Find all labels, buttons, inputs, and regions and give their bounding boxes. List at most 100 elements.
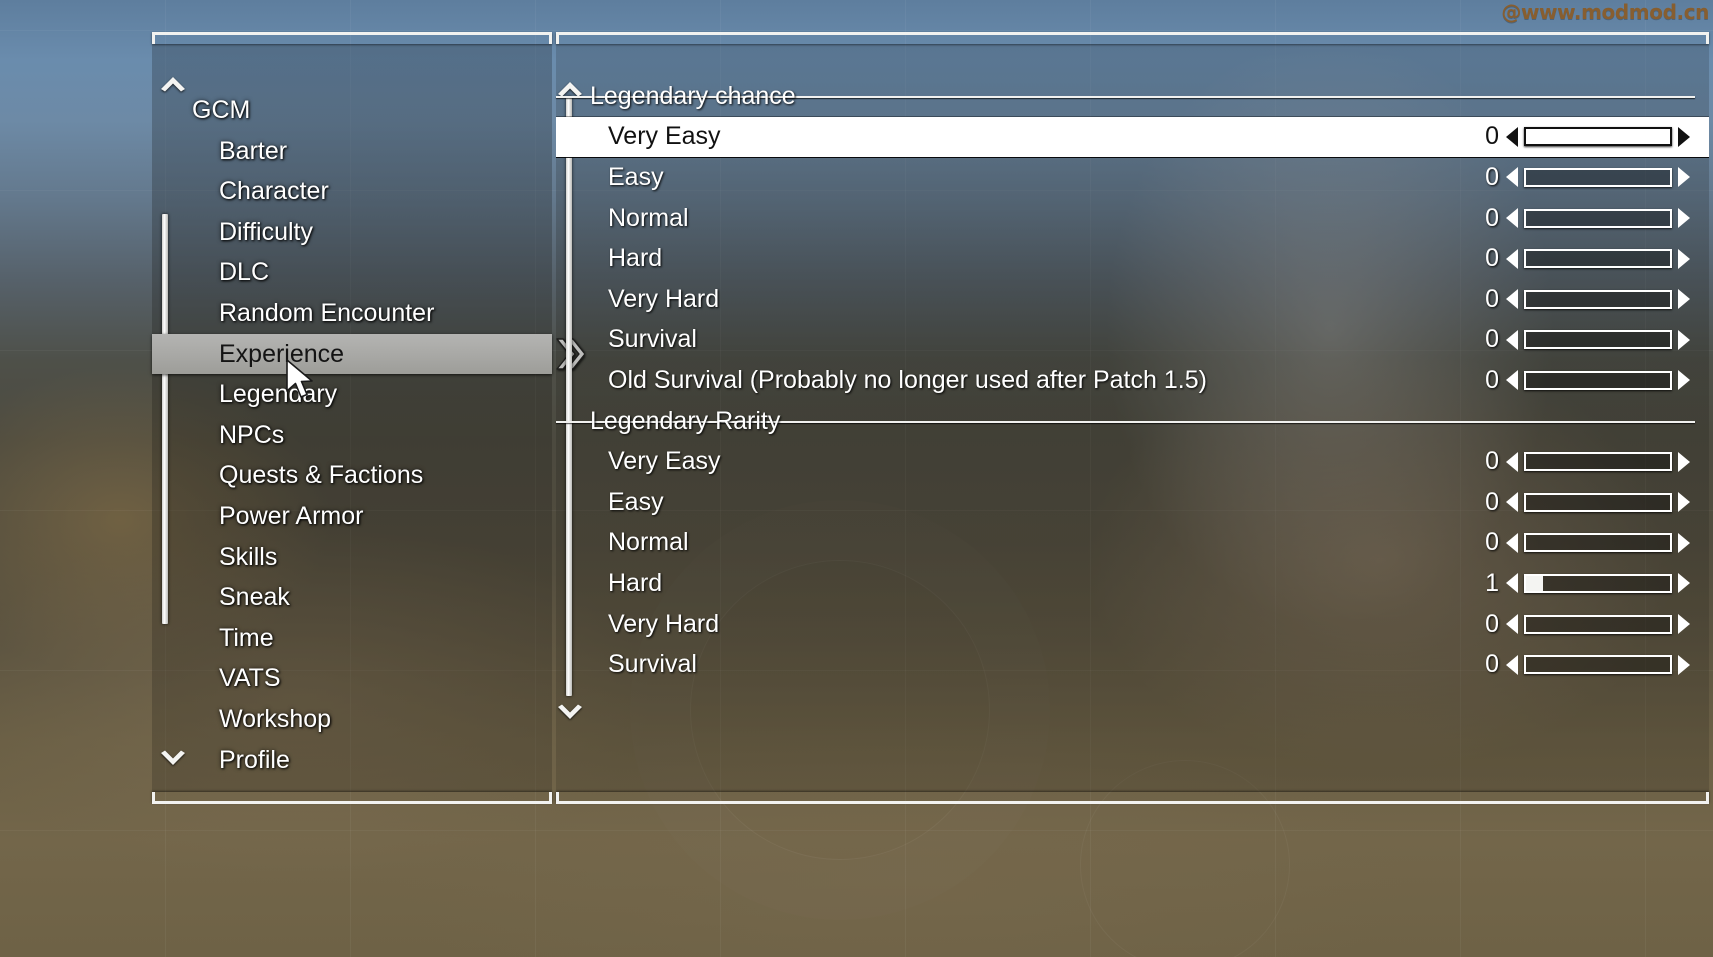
sidebar-item-legendary[interactable]: Legendary <box>152 374 552 415</box>
setting-slider[interactable] <box>1505 247 1691 271</box>
arrow-left-icon[interactable] <box>1505 531 1524 555</box>
sidebar-item-label: VATS <box>219 664 281 693</box>
setting-row[interactable]: Old Survival (Probably no longer used af… <box>556 360 1709 401</box>
setting-slider[interactable] <box>1505 165 1691 189</box>
sidebar-item-vats[interactable]: VATS <box>152 658 552 699</box>
sidebar-item-gcm[interactable]: GCM <box>152 90 552 131</box>
sidebar-item-barter[interactable]: Barter <box>152 131 552 172</box>
sidebar-item-sneak[interactable]: Sneak <box>152 577 552 618</box>
sidebar-item-power-armor[interactable]: Power Armor <box>152 496 552 537</box>
slider-track[interactable] <box>1524 614 1672 634</box>
sidebar-item-random-encounter[interactable]: Random Encounter <box>152 293 552 334</box>
arrow-right-icon[interactable] <box>1672 490 1691 514</box>
sidebar-item-quests-factions[interactable]: Quests & Factions <box>152 455 552 496</box>
setting-row[interactable]: Very Easy 0 <box>556 441 1709 482</box>
arrow-right-icon[interactable] <box>1672 206 1691 230</box>
slider-track[interactable] <box>1524 573 1672 593</box>
setting-row[interactable]: Hard 0 <box>556 238 1709 279</box>
setting-slider[interactable] <box>1505 206 1691 230</box>
arrow-left-icon[interactable] <box>1505 206 1524 230</box>
sidebar-item-label: Barter <box>219 136 288 165</box>
setting-row[interactable]: Very Hard 0 <box>556 604 1709 645</box>
arrow-right-icon[interactable] <box>1672 328 1691 352</box>
sidebar-item-experience[interactable]: Experience <box>152 333 584 375</box>
sidebar-item-dlc[interactable]: DLC <box>152 252 552 293</box>
arrow-left-icon[interactable] <box>1505 571 1524 595</box>
setting-slider[interactable] <box>1505 653 1691 677</box>
slider-track[interactable] <box>1524 330 1672 350</box>
setting-slider[interactable] <box>1505 328 1691 352</box>
arrow-left-icon[interactable] <box>1505 328 1524 352</box>
arrow-right-icon[interactable] <box>1672 287 1691 311</box>
panel-frame-bottom <box>556 792 1709 804</box>
arrow-right-icon[interactable] <box>1672 165 1691 189</box>
setting-value: 0 <box>1485 447 1499 476</box>
sidebar-item-time[interactable]: Time <box>152 618 552 659</box>
arrow-right-icon[interactable] <box>1672 653 1691 677</box>
settings-rows: Legendary chance Very Easy 0 Easy 0 Normal 0 Ha… <box>556 76 1709 685</box>
arrow-right-icon[interactable] <box>1672 368 1691 392</box>
panel-frame-bottom <box>152 792 552 804</box>
setting-value: 0 <box>1485 650 1499 679</box>
slider-track[interactable] <box>1524 167 1672 187</box>
sidebar-item-skills[interactable]: Skills <box>152 537 552 578</box>
slider-track[interactable] <box>1524 452 1672 472</box>
setting-row[interactable]: Easy 0 <box>556 482 1709 523</box>
slider-track[interactable] <box>1524 492 1672 512</box>
arrow-left-icon[interactable] <box>1505 653 1524 677</box>
arrow-left-icon[interactable] <box>1505 125 1524 149</box>
slider-track[interactable] <box>1524 289 1672 309</box>
sidebar-item-label: Time <box>219 623 274 652</box>
setting-slider[interactable] <box>1505 368 1691 392</box>
setting-row[interactable]: Survival 0 <box>556 644 1709 685</box>
chevron-down-icon[interactable] <box>555 704 585 722</box>
sidebar-item-profile[interactable]: Profile <box>152 740 552 781</box>
setting-slider[interactable] <box>1505 450 1691 474</box>
arrow-right-icon[interactable] <box>1672 571 1691 595</box>
setting-label: Easy <box>608 487 664 516</box>
arrow-right-icon[interactable] <box>1672 247 1691 271</box>
settings-panel: Legendary chance Very Easy 0 Easy 0 Normal 0 Ha… <box>556 32 1709 804</box>
sidebar-item-difficulty[interactable]: Difficulty <box>152 212 552 253</box>
category-panel-body: GCM Barter Character Difficulty DLC Random En… <box>152 44 584 792</box>
sidebar-item-npcs[interactable]: NPCs <box>152 415 552 456</box>
sidebar-item-workshop[interactable]: Workshop <box>152 699 552 740</box>
arrow-left-icon[interactable] <box>1505 450 1524 474</box>
setting-slider[interactable] <box>1505 612 1691 636</box>
setting-row[interactable]: Very Easy 0 <box>556 116 1709 158</box>
setting-row[interactable]: Survival 0 <box>556 320 1709 361</box>
setting-row[interactable]: Hard 1 <box>556 563 1709 604</box>
setting-label: Old Survival (Probably no longer used af… <box>608 365 1207 394</box>
arrow-left-icon[interactable] <box>1505 247 1524 271</box>
arrow-right-icon[interactable] <box>1672 531 1691 555</box>
setting-slider[interactable] <box>1505 531 1691 555</box>
slider-track[interactable] <box>1524 249 1672 269</box>
setting-slider[interactable] <box>1505 125 1691 149</box>
arrow-left-icon[interactable] <box>1505 287 1524 311</box>
slider-track[interactable] <box>1524 127 1672 147</box>
arrow-right-icon[interactable] <box>1672 612 1691 636</box>
setting-control-group: 0 <box>1483 163 1691 192</box>
setting-row[interactable]: Normal 0 <box>556 198 1709 239</box>
setting-slider[interactable] <box>1505 490 1691 514</box>
setting-control-group: 0 <box>1483 447 1691 476</box>
setting-slider[interactable] <box>1505 571 1691 595</box>
arrow-left-icon[interactable] <box>1505 165 1524 189</box>
setting-value: 0 <box>1485 365 1499 394</box>
slider-track[interactable] <box>1524 533 1672 553</box>
setting-row[interactable]: Normal 0 <box>556 523 1709 564</box>
slider-track[interactable] <box>1524 208 1672 228</box>
setting-slider[interactable] <box>1505 287 1691 311</box>
section-header-label: Legendary Rarity <box>590 406 781 435</box>
setting-value: 0 <box>1485 528 1499 557</box>
arrow-right-icon[interactable] <box>1672 450 1691 474</box>
arrow-left-icon[interactable] <box>1505 612 1524 636</box>
setting-row[interactable]: Easy 0 <box>556 157 1709 198</box>
setting-row[interactable]: Very Hard 0 <box>556 279 1709 320</box>
arrow-left-icon[interactable] <box>1505 368 1524 392</box>
arrow-right-icon[interactable] <box>1672 125 1691 149</box>
slider-track[interactable] <box>1524 370 1672 390</box>
sidebar-item-character[interactable]: Character <box>152 171 552 212</box>
arrow-left-icon[interactable] <box>1505 490 1524 514</box>
slider-track[interactable] <box>1524 655 1672 675</box>
